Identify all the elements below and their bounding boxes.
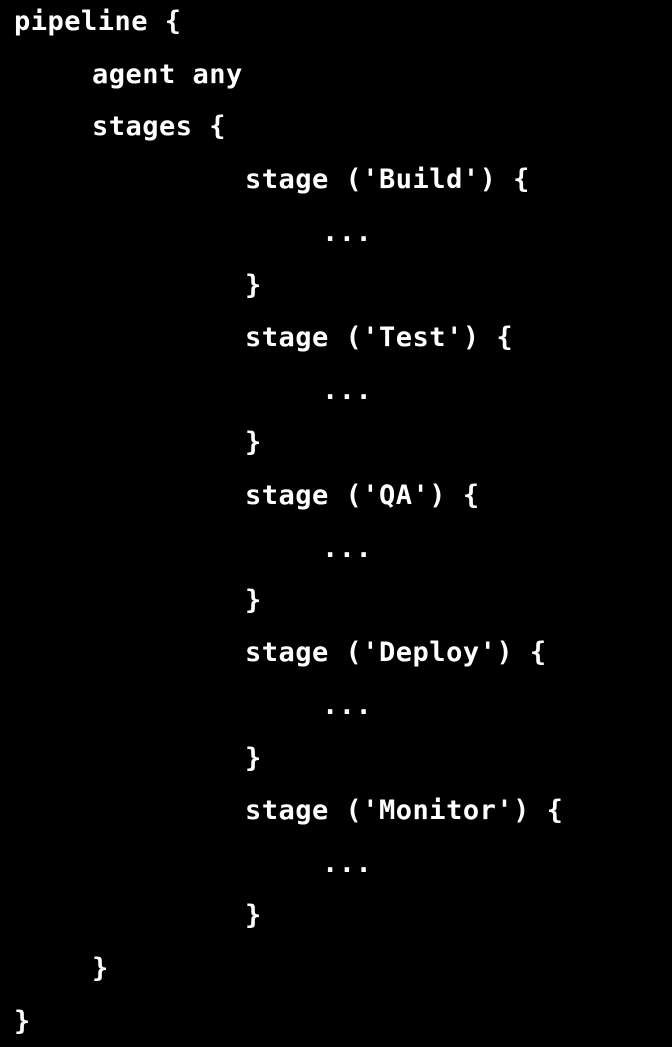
- code-line-stage-test-open: stage ('Test') {: [245, 322, 514, 353]
- code-line-stage-deploy-open: stage ('Deploy') {: [245, 637, 547, 668]
- code-line-agent: agent any: [92, 59, 243, 90]
- code-line-stage-build-open: stage ('Build') {: [245, 164, 530, 195]
- code-line-stages-close: }: [92, 953, 109, 984]
- code-line-stage-qa-close: }: [245, 585, 262, 616]
- code-line-pipeline-open: pipeline {: [14, 6, 182, 37]
- code-line-stage-monitor-open: stage ('Monitor') {: [245, 795, 564, 826]
- code-line-stage-qa-open: stage ('QA') {: [245, 480, 480, 511]
- code-line-stage-build-close: }: [245, 270, 262, 301]
- code-line-stages-open: stages {: [92, 111, 227, 142]
- code-line-stage-build-body: ...: [322, 217, 373, 248]
- code-line-stage-deploy-body: ...: [322, 690, 373, 721]
- code-line-stage-monitor-close: }: [245, 900, 262, 931]
- code-line-stage-deploy-close: }: [245, 743, 262, 774]
- code-line-stage-monitor-body: ...: [322, 848, 373, 879]
- code-line-stage-test-close: }: [245, 427, 262, 458]
- code-block: pipeline { agent any stages { stage ('Bu…: [0, 0, 672, 1047]
- code-line-pipeline-close: }: [14, 1006, 31, 1037]
- code-line-stage-test-body: ...: [322, 375, 373, 406]
- code-line-stage-qa-body: ...: [322, 533, 373, 564]
